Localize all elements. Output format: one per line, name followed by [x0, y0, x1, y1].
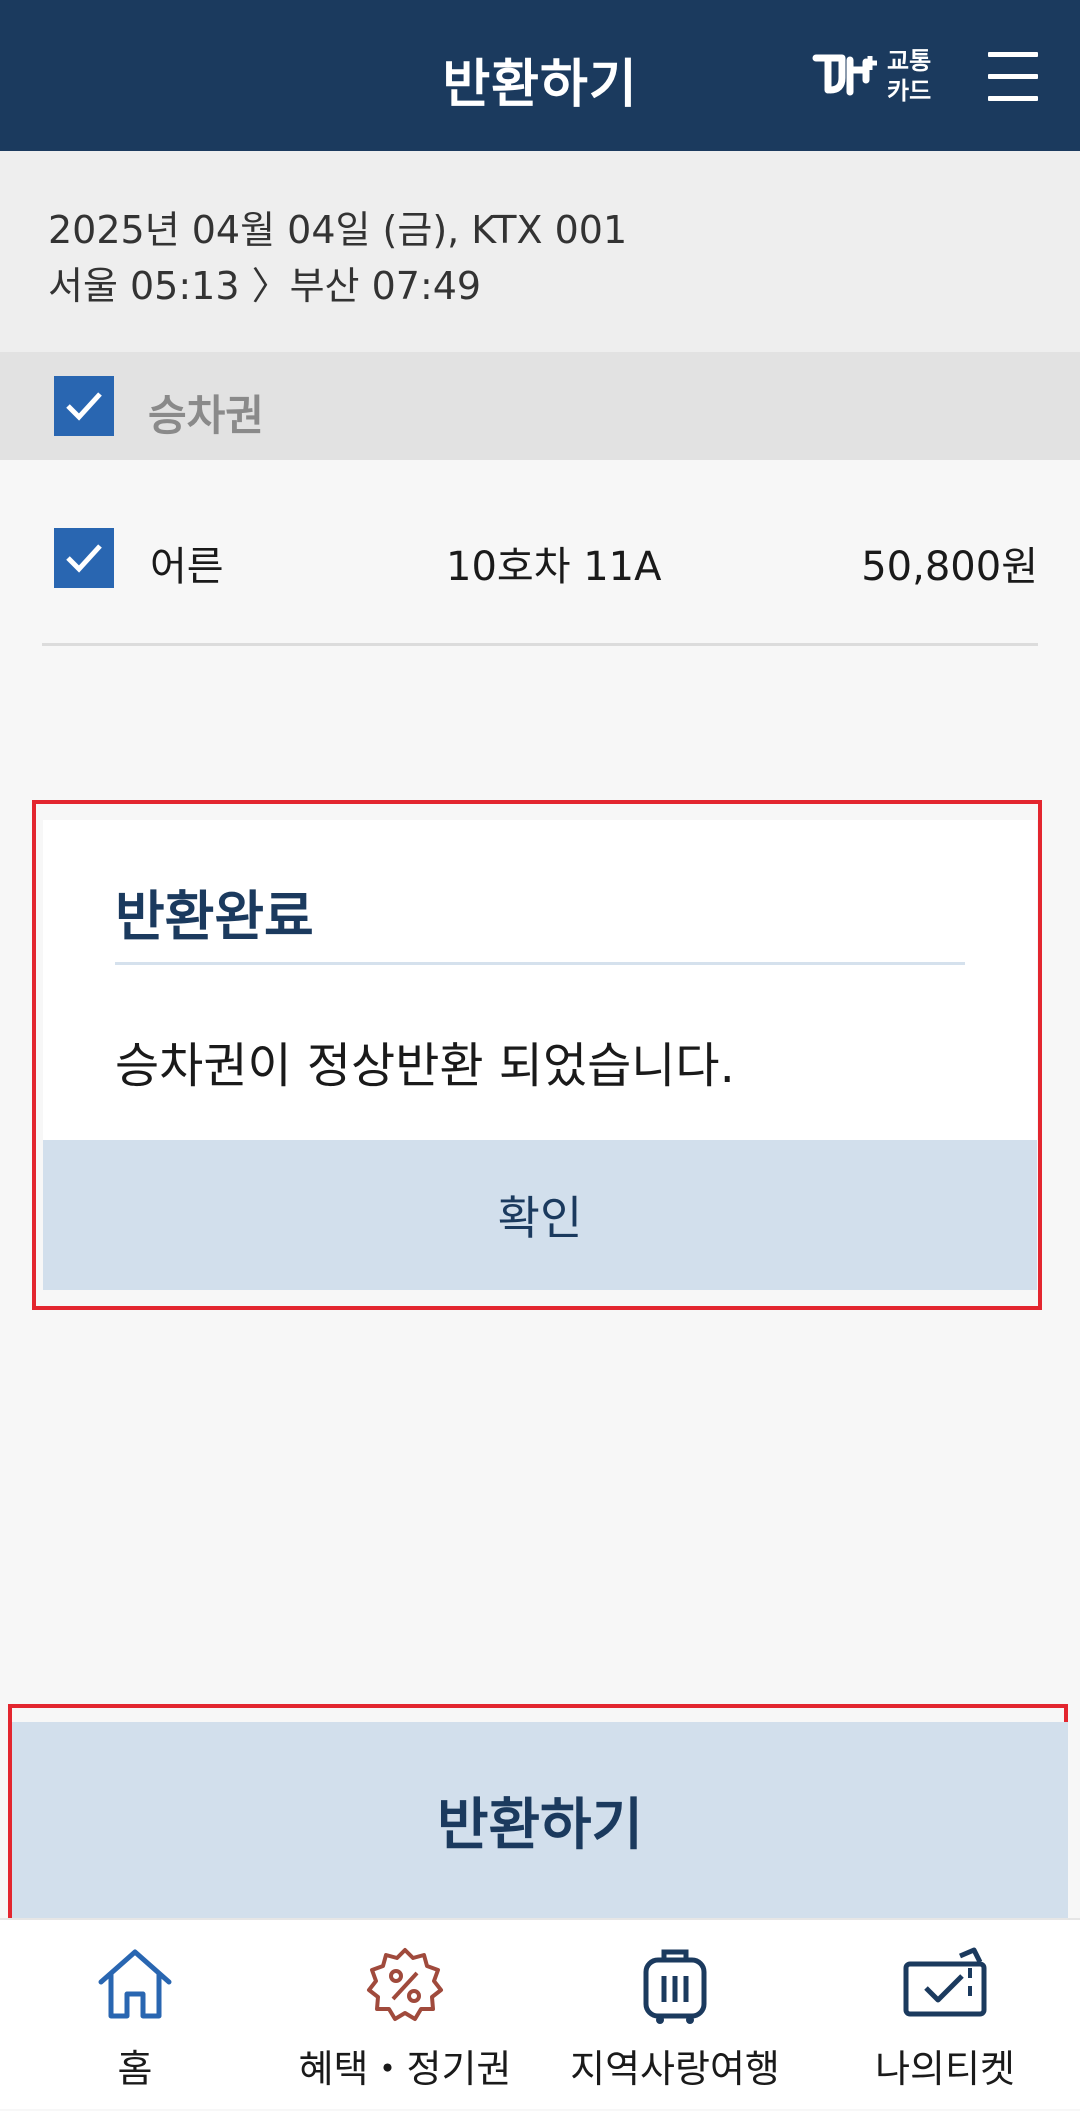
brand-logo-icon [812, 54, 877, 96]
trip-route: 서울 05:13 〉부산 07:49 [48, 264, 482, 308]
bottom-nav: 홈 혜택・정기권 지역사랑여행 나의티켓 [0, 1918, 1080, 2109]
ticket-section-header: 승차권 [0, 352, 1080, 460]
nav-label-local-travel: 지역사랑여행 [570, 2047, 780, 2091]
ticket-price: 50,800원 [861, 544, 1038, 590]
app-header: 반환하기 교통 카드 [0, 0, 1080, 151]
dialog-message: 승차권이 정상반환 되었습니다. [115, 1038, 735, 1094]
nav-item-local-travel[interactable]: 지역사랑여행 [540, 1920, 810, 2111]
return-button[interactable]: 반환하기 [12, 1722, 1068, 1918]
nav-item-home[interactable]: 홈 [0, 1920, 270, 2111]
section-label: 승차권 [148, 391, 264, 440]
ticket-row: 어른 10호차 11A 50,800원 [0, 460, 1080, 644]
ticket-seat: 10호차 11A [446, 544, 662, 590]
transit-card-brand[interactable]: 교통 카드 [812, 44, 942, 110]
ticket-checkbox[interactable] [54, 528, 114, 588]
home-icon [98, 1949, 172, 2019]
luggage-icon [643, 1949, 707, 2024]
check-icon [66, 392, 102, 421]
discount-badge-icon [367, 1948, 443, 2021]
dialog-divider [115, 962, 965, 965]
return-complete-dialog: 반환완료 승차권이 정상반환 되었습니다. 확인 [43, 820, 1037, 1290]
nav-item-benefits[interactable]: 혜택・정기권 [270, 1920, 540, 2111]
trip-info: 2025년 04월 04일 (금), KTX 001 서울 05:13 〉부산 … [0, 151, 1080, 352]
confirm-button[interactable]: 확인 [43, 1140, 1037, 1290]
ticket-passenger-type: 어른 [150, 544, 224, 590]
nav-label-my-ticket: 나의티켓 [875, 2047, 1015, 2091]
trip-date-train: 2025년 04월 04일 (금), KTX 001 [48, 208, 628, 252]
hamburger-menu-icon[interactable] [988, 52, 1038, 102]
nav-label-benefits: 혜택・정기권 [298, 2047, 512, 2091]
ticket-icon [903, 1947, 987, 2017]
brand-text-line1: 교통 [887, 47, 932, 75]
nav-label-home: 홈 [117, 2047, 153, 2091]
dialog-title: 반환완료 [115, 885, 314, 948]
brand-text-line2: 카드 [887, 77, 932, 105]
row-divider [42, 643, 1038, 646]
select-all-checkbox[interactable] [54, 376, 114, 436]
check-icon [66, 544, 102, 573]
nav-item-my-ticket[interactable]: 나의티켓 [810, 1920, 1080, 2111]
